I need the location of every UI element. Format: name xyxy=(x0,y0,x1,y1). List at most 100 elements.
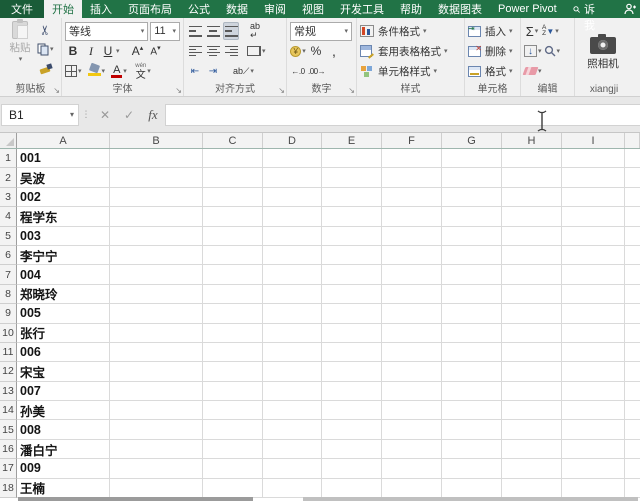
tell-me-button[interactable]: 告诉我 xyxy=(565,0,614,32)
cell-F17[interactable] xyxy=(382,459,442,479)
cell-D4[interactable] xyxy=(263,207,322,227)
cell-C10[interactable] xyxy=(203,323,263,343)
cell-I16[interactable] xyxy=(562,439,625,460)
cell-I18[interactable] xyxy=(562,478,625,499)
middle-align-button[interactable] xyxy=(205,22,221,40)
cell-C9[interactable] xyxy=(203,304,263,324)
name-box-caret[interactable]: ▾ xyxy=(70,110,74,119)
cell-D5[interactable] xyxy=(263,226,322,246)
cell-C14[interactable] xyxy=(203,401,263,421)
cell-H12[interactable] xyxy=(502,362,562,382)
cell-A14[interactable]: 孙美 xyxy=(17,401,110,421)
cell-B2[interactable] xyxy=(110,168,203,188)
cell-C1[interactable] xyxy=(203,149,263,169)
cell-partial-5[interactable] xyxy=(625,227,640,246)
cell-I5[interactable] xyxy=(562,226,625,246)
cell-F1[interactable] xyxy=(382,149,442,169)
autosum-button[interactable]: Σ ▾ xyxy=(524,22,540,40)
cell-D16[interactable] xyxy=(263,439,322,460)
insert-cells-button[interactable]: 插入 ▾ xyxy=(468,21,517,41)
ribbon-tab-6[interactable]: 审阅 xyxy=(256,0,294,18)
sort-filter-button[interactable]: A Z ▼ ▾ xyxy=(542,22,559,40)
cell-A15[interactable]: 008 xyxy=(17,420,110,440)
cell-F18[interactable] xyxy=(382,478,442,499)
select-all-corner[interactable] xyxy=(0,133,17,148)
increase-indent-button[interactable]: ⇥ xyxy=(205,62,221,80)
cell-E1[interactable] xyxy=(322,149,382,169)
insert-function-icon[interactable]: fx xyxy=(141,107,165,123)
cell-C3[interactable] xyxy=(203,187,263,208)
cell-C8[interactable] xyxy=(203,284,263,305)
cell-D10[interactable] xyxy=(263,323,322,343)
cell-B14[interactable] xyxy=(110,401,203,421)
column-header-H[interactable]: H xyxy=(502,133,562,148)
cell-partial-2[interactable] xyxy=(625,168,640,188)
cell-F9[interactable] xyxy=(382,304,442,324)
cell-A9[interactable]: 005 xyxy=(17,304,110,324)
cell-F12[interactable] xyxy=(382,362,442,382)
cell-A11[interactable]: 006 xyxy=(17,342,110,363)
cell-H6[interactable] xyxy=(502,245,562,266)
cell-partial-18[interactable] xyxy=(625,479,640,499)
format-cells-button[interactable]: 格式 ▾ xyxy=(468,61,517,81)
cell-G15[interactable] xyxy=(442,420,502,440)
cell-E5[interactable] xyxy=(322,226,382,246)
cell-E14[interactable] xyxy=(322,401,382,421)
format-painter-button[interactable] xyxy=(37,59,54,77)
clipboard-dialog-launcher[interactable]: ↘ xyxy=(53,87,60,95)
cell-H13[interactable] xyxy=(502,381,562,402)
cell-partial-4[interactable] xyxy=(625,207,640,227)
cell-B1[interactable] xyxy=(110,149,203,169)
accounting-format-button[interactable]: ¥ ▾ xyxy=(290,42,306,60)
cell-partial-17[interactable] xyxy=(625,459,640,479)
cell-E7[interactable] xyxy=(322,265,382,285)
copy-button[interactable]: ▾ xyxy=(37,40,54,58)
cell-A16[interactable]: 潘白宁 xyxy=(17,439,110,460)
cell-G2[interactable] xyxy=(442,168,502,188)
fill-color-button[interactable]: ▾ xyxy=(87,62,105,80)
cell-F13[interactable] xyxy=(382,381,442,402)
cell-C11[interactable] xyxy=(203,342,263,363)
cancel-icon[interactable]: ✕ xyxy=(93,108,117,122)
cell-G13[interactable] xyxy=(442,381,502,402)
cell-B7[interactable] xyxy=(110,265,203,285)
cell-D9[interactable] xyxy=(263,304,322,324)
cell-D6[interactable] xyxy=(263,245,322,266)
cell-G6[interactable] xyxy=(442,245,502,266)
cell-I7[interactable] xyxy=(562,265,625,285)
cell-I8[interactable] xyxy=(562,284,625,305)
row-header-5[interactable]: 5 xyxy=(0,226,17,246)
cell-I14[interactable] xyxy=(562,401,625,421)
cell-C16[interactable] xyxy=(203,439,263,460)
cell-C6[interactable] xyxy=(203,245,263,266)
font-name-combo[interactable]: 等线 ▾ xyxy=(65,21,149,41)
cell-F3[interactable] xyxy=(382,187,442,208)
number-dialog-launcher[interactable]: ↘ xyxy=(348,87,355,95)
font-color-button[interactable]: A ▾ xyxy=(111,62,127,80)
ribbon-tab-5[interactable]: 数据 xyxy=(218,0,256,18)
borders-button[interactable]: ▾ xyxy=(65,62,82,80)
cell-C15[interactable] xyxy=(203,420,263,440)
cell-D14[interactable] xyxy=(263,401,322,421)
cell-H17[interactable] xyxy=(502,459,562,479)
bold-button[interactable]: B xyxy=(65,42,81,60)
cell-F15[interactable] xyxy=(382,420,442,440)
cell-H8[interactable] xyxy=(502,284,562,305)
grow-font-button[interactable]: A▴ xyxy=(130,42,146,60)
bottom-align-button[interactable] xyxy=(223,22,239,40)
cell-G10[interactable] xyxy=(442,323,502,343)
column-header-I[interactable]: I xyxy=(562,133,625,148)
row-header-3[interactable]: 3 xyxy=(0,187,17,208)
row-header-7[interactable]: 7 xyxy=(0,265,17,285)
cell-B5[interactable] xyxy=(110,226,203,246)
cell-A3[interactable]: 002 xyxy=(17,187,110,208)
cell-I2[interactable] xyxy=(562,168,625,188)
cell-F5[interactable] xyxy=(382,226,442,246)
cell-H1[interactable] xyxy=(502,149,562,169)
cell-D18[interactable] xyxy=(263,478,322,499)
cell-G8[interactable] xyxy=(442,284,502,305)
decrease-decimal-button[interactable]: .00→ xyxy=(308,62,326,80)
cell-E6[interactable] xyxy=(322,245,382,266)
cell-H18[interactable] xyxy=(502,478,562,499)
cell-A1[interactable]: 001 xyxy=(17,149,110,169)
